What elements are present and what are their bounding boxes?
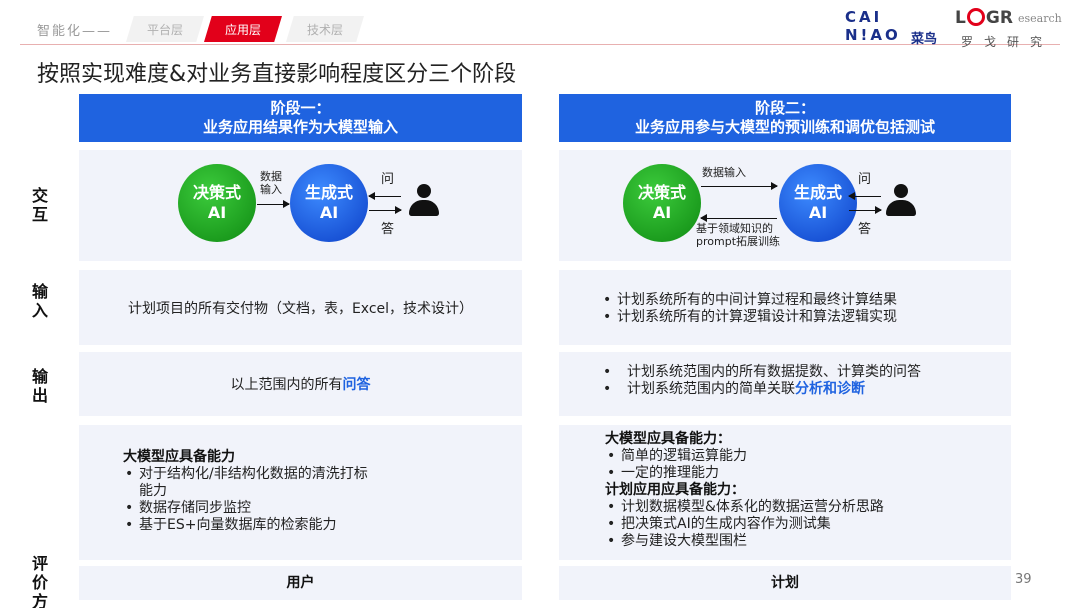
user-person-icon-stage2: [886, 184, 916, 218]
cainiao-logo-line2: N!AO: [845, 26, 901, 44]
page-number: 39: [1015, 572, 1032, 587]
stage-2-output-panel: 计划系统范围内的所有数据提数、计算类的问答 计划系统范围内的简单关联分析和诊断: [559, 352, 1011, 416]
answer-arrow-stage2: [849, 206, 882, 214]
list-item: 把决策式AI的生成内容作为测试集: [605, 516, 1011, 533]
breadcrumb-prefix: 智能化——: [37, 24, 113, 39]
list-item: 参与建设大模型围栏: [605, 533, 1011, 550]
logr-research-text: esearch: [1018, 12, 1062, 25]
stage-2-header: 阶段二： 业务应用参与大模型的预训练和调优包括测试: [559, 94, 1011, 142]
tab-platform-layer[interactable]: 平台层: [126, 16, 204, 42]
list-item: 计划系统所有的中间计算过程和最终计算结果: [601, 292, 1011, 309]
data-input-arrow: [257, 200, 290, 208]
prompt-training-arrow: [700, 214, 777, 222]
stage-1-capability-heading: 大模型应具备能力: [123, 449, 235, 465]
tab-application-layer[interactable]: 应用层: [204, 16, 282, 42]
stage-1-title: 业务应用结果作为大模型输入: [202, 118, 398, 136]
data-input-label: 数据 输入: [260, 170, 282, 196]
prompt-training-label: 基于领域知识的 prompt拓展训练: [696, 222, 781, 248]
stage-1-capability-panel: 大模型应具备能力 对于结构化/非结构化数据的清洗打标能力 数据存储同步监控 基于…: [79, 425, 522, 560]
stage-2-interaction-panel: 决策式 AI 数据输入 基于领域知识的 prompt拓展训练 生成式 AI 问 答: [559, 150, 1011, 261]
list-item: 计划系统范围内的简单关联分析和诊断: [601, 381, 1011, 398]
list-item: 简单的逻辑运算能力: [605, 448, 1011, 465]
stage-1-evaluation-panel: 用户: [79, 566, 522, 600]
answer-label-stage2: 答: [858, 222, 872, 237]
decision-ai-node-stage2: 决策式 AI: [623, 164, 701, 242]
header-bar: 智能化—— 平台层 应用层 技术层 CAI N!AO 菜鸟 L GR esearc…: [0, 0, 1080, 49]
stage-2-capability-heading-1: 大模型应具备能力：: [605, 431, 731, 447]
answer-arrow: [369, 206, 402, 214]
stage-1-output-text: 以上范围内的所有问答: [230, 377, 371, 393]
ask-arrow: [368, 192, 401, 200]
cainiao-logo-line1: CAI: [845, 8, 883, 26]
data-input-label-stage2: 数据输入: [702, 166, 746, 179]
generative-ai-node-stage2: 生成式 AI: [779, 164, 857, 242]
row-label-input: 输入: [31, 282, 48, 320]
ask-label-stage2: 问: [858, 172, 872, 187]
cainiao-logo-cn: 菜鸟: [911, 32, 938, 47]
logr-cn-name: 罗戈研究: [961, 35, 1054, 49]
stage-2-title: 业务应用参与大模型的预训练和调优包括测试: [634, 118, 935, 136]
stage-2-output-list: 计划系统范围内的所有数据提数、计算类的问答 计划系统范围内的简单关联分析和诊断: [601, 364, 1011, 398]
stage-2-input-list: 计划系统所有的中间计算过程和最终计算结果 计划系统所有的计算逻辑设计和算法逻辑实…: [601, 292, 1011, 326]
answer-label: 答: [381, 222, 395, 237]
user-person-icon: [409, 184, 439, 218]
tab-technology-layer[interactable]: 技术层: [286, 16, 364, 42]
stage-1-input-panel: 计划项目的所有交付物（文档，表，Excel，技术设计）: [79, 270, 522, 345]
ask-label: 问: [381, 172, 395, 187]
list-item: 基于ES+向量数据库的检索能力: [123, 517, 373, 534]
stage-1-interaction-panel: 决策式 AI 数据 输入 生成式 AI 问 答: [79, 150, 522, 261]
list-item: 计划系统所有的计算逻辑设计和算法逻辑实现: [601, 309, 1011, 326]
stage-2-capability-list-2: 计划数据模型&体系化的数据运营分析思路 把决策式AI的生成内容作为测试集 参与建…: [605, 499, 1011, 550]
stage-1-label: 阶段一：: [270, 99, 331, 117]
logr-mark: L GR: [955, 8, 1013, 28]
stage-1-header: 阶段一： 业务应用结果作为大模型输入: [79, 94, 522, 142]
row-label-evaluation: 评价方: [31, 554, 48, 608]
stage-2-capability-panel: 大模型应具备能力： 简单的逻辑运算能力 一定的推理能力 计划应用应具备能力： 计…: [559, 425, 1011, 560]
stage-2-capability-heading-2: 计划应用应具备能力：: [605, 482, 745, 498]
list-item: 数据存储同步监控: [123, 500, 373, 517]
stage-1-output-panel: 以上范围内的所有问答: [79, 352, 522, 416]
list-item: 计划数据模型&体系化的数据运营分析思路: [605, 499, 1011, 516]
page-title: 按照实现难度&对业务直接影响程度区分三个阶段: [37, 62, 517, 87]
decision-ai-node: 决策式 AI: [178, 164, 256, 242]
stage-1-evaluation-text: 用户: [286, 574, 315, 591]
logr-research-logo: L GR esearch 罗戈研究: [955, 8, 1065, 49]
list-item: 对于结构化/非结构化数据的清洗打标能力: [123, 466, 373, 500]
stage-1-input-text: 计划项目的所有交付物（文档，表，Excel，技术设计）: [127, 300, 474, 317]
stage-2-input-panel: 计划系统所有的中间计算过程和最终计算结果 计划系统所有的计算逻辑设计和算法逻辑实…: [559, 270, 1011, 345]
row-label-interaction: 交互: [31, 186, 48, 224]
cainiao-logo: CAI N!AO 菜鸟: [843, 8, 941, 47]
generative-ai-node: 生成式 AI: [290, 164, 368, 242]
ask-arrow-stage2: [848, 192, 881, 200]
list-item: 一定的推理能力: [605, 465, 1011, 482]
stage-2-evaluation-panel: 计划: [559, 566, 1011, 600]
stage-1-capability-list: 对于结构化/非结构化数据的清洗打标能力 数据存储同步监控 基于ES+向量数据库的…: [123, 466, 373, 534]
data-input-arrow-stage2: [701, 182, 778, 190]
stage-2-capability-list-1: 简单的逻辑运算能力 一定的推理能力: [605, 448, 1011, 482]
row-label-output: 输出: [31, 367, 48, 405]
stage-2-label: 阶段二：: [754, 99, 815, 117]
stage-2-evaluation-text: 计划: [771, 574, 799, 591]
list-item: 计划系统范围内的所有数据提数、计算类的问答: [601, 364, 1011, 381]
